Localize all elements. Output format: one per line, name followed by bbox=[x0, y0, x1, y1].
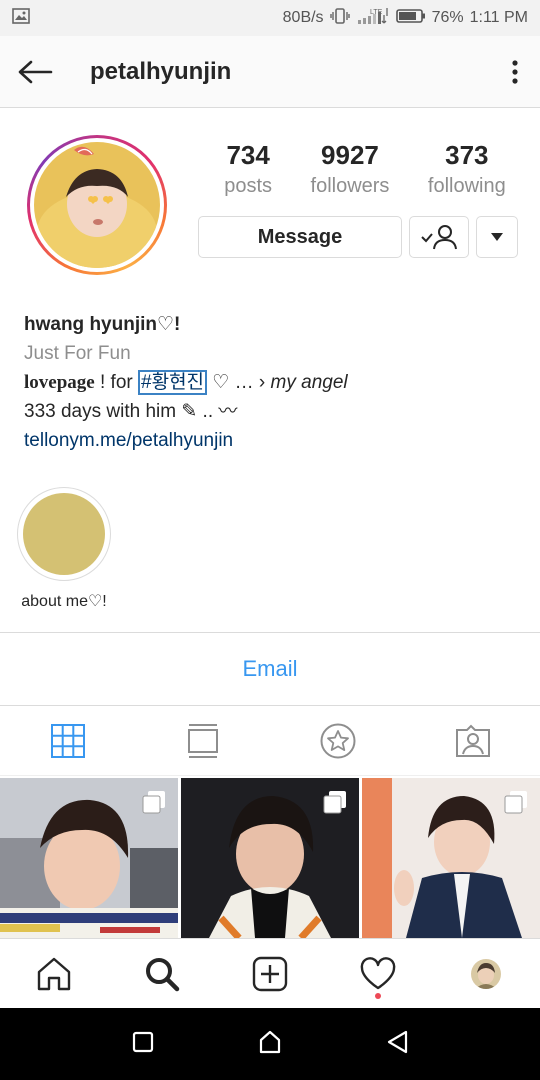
battery-icon bbox=[395, 8, 426, 28]
star-circle-icon bbox=[320, 723, 355, 758]
stat-following[interactable]: 373 following bbox=[428, 140, 506, 198]
display-name: hwang hyunjin♡! bbox=[24, 314, 181, 335]
message-button[interactable]: Message bbox=[198, 216, 402, 258]
recents-icon bbox=[132, 1031, 154, 1052]
bio-serif-text: lovepage bbox=[24, 372, 95, 393]
grid-post[interactable] bbox=[181, 778, 359, 938]
home-icon bbox=[37, 957, 71, 990]
back-arrow-icon bbox=[18, 60, 53, 83]
bio-italic-text: my angel bbox=[270, 372, 348, 393]
multiple-photos-icon bbox=[323, 790, 347, 819]
grid-post[interactable] bbox=[0, 778, 178, 938]
user-check-icon bbox=[421, 225, 457, 250]
hashtag-link[interactable]: #황현진 bbox=[138, 370, 208, 395]
more-vertical-icon bbox=[512, 59, 518, 84]
bio-website-link[interactable]: tellonym.me/petalhyunjin bbox=[24, 426, 524, 455]
profile-header-bar: petalhyunjin bbox=[0, 36, 540, 108]
nav-activity[interactable] bbox=[324, 939, 432, 1008]
tagged-person-icon bbox=[455, 724, 490, 757]
avatar-photo bbox=[34, 142, 160, 268]
stat-posts[interactable]: 734 posts bbox=[224, 140, 272, 198]
story-highlight[interactable]: about me♡! bbox=[17, 487, 111, 611]
back-nav-button[interactable] bbox=[386, 1030, 408, 1059]
notification-dot bbox=[375, 993, 381, 999]
multiple-photos-icon bbox=[504, 790, 528, 819]
stat-value: 734 bbox=[226, 140, 270, 170]
search-icon bbox=[146, 957, 180, 991]
bio-text: ! for bbox=[94, 372, 139, 393]
profile-stats: 734 posts 9927 followers 373 following bbox=[205, 140, 525, 198]
feed-icon bbox=[187, 723, 218, 758]
following-button[interactable] bbox=[409, 216, 469, 258]
home-button[interactable] bbox=[258, 1030, 282, 1059]
system-navigation-bar bbox=[0, 1008, 540, 1080]
tab-feed[interactable] bbox=[135, 706, 270, 775]
clock: 1:11 PM bbox=[469, 9, 528, 26]
contact-row: Email bbox=[0, 632, 540, 706]
stat-label: following bbox=[427, 175, 506, 197]
highlight-cover bbox=[23, 493, 105, 575]
bio-text: ♡ … › bbox=[207, 372, 271, 393]
profile-avatar[interactable] bbox=[27, 135, 167, 275]
heart-icon bbox=[360, 956, 396, 989]
recents-button[interactable] bbox=[132, 1031, 154, 1058]
signal-icon: LTE bbox=[356, 7, 390, 30]
highlight-label: about me♡! bbox=[21, 593, 107, 610]
bio-line-1: lovepage ! for #황현진 ♡ … › my angel bbox=[24, 368, 524, 397]
profile-tabs bbox=[0, 706, 540, 776]
nav-search[interactable] bbox=[108, 939, 216, 1008]
multiple-photos-icon bbox=[142, 790, 166, 819]
profile-avatar-small bbox=[471, 958, 501, 989]
stat-value: 9927 bbox=[321, 140, 379, 170]
battery-level: 76% bbox=[431, 9, 464, 26]
network-speed: 80B/s bbox=[282, 9, 324, 26]
back-button[interactable] bbox=[0, 36, 70, 108]
image-notification-icon bbox=[12, 7, 30, 29]
stat-label: followers bbox=[310, 175, 390, 197]
tab-tagged[interactable] bbox=[405, 706, 540, 775]
grid-post[interactable] bbox=[362, 778, 540, 938]
stat-followers[interactable]: 9927 followers bbox=[311, 140, 390, 198]
caret-down-icon bbox=[491, 233, 503, 241]
grid-icon bbox=[50, 723, 85, 758]
stat-label: posts bbox=[224, 175, 273, 197]
android-home-icon bbox=[259, 1030, 281, 1053]
add-post-icon bbox=[252, 956, 288, 991]
bottom-navigation bbox=[0, 938, 540, 1008]
bio-line-2: 333 days with him ✎ .. 〰 bbox=[24, 401, 238, 422]
nav-profile[interactable] bbox=[432, 939, 540, 1008]
nav-new-post[interactable] bbox=[216, 939, 324, 1008]
highlight-ring bbox=[17, 487, 111, 581]
profile-bio: hwang hyunjin♡! Just For Fun lovepage ! … bbox=[24, 310, 524, 455]
status-bar: 80B/s LTE 76% 1:11 PM bbox=[0, 0, 540, 36]
stat-value: 373 bbox=[445, 140, 489, 170]
vibrate-icon bbox=[329, 7, 350, 29]
tab-saved[interactable] bbox=[270, 706, 405, 775]
more-options-button[interactable] bbox=[490, 36, 540, 108]
nav-home[interactable] bbox=[0, 939, 108, 1008]
email-button[interactable]: Email bbox=[242, 656, 297, 682]
android-back-icon bbox=[387, 1030, 408, 1053]
tab-grid[interactable] bbox=[0, 706, 135, 775]
profile-actions: Message bbox=[198, 216, 518, 258]
bio-category: Just For Fun bbox=[24, 343, 131, 364]
page-title: petalhyunjin bbox=[90, 57, 232, 85]
suggestions-dropdown-button[interactable] bbox=[476, 216, 518, 258]
photo-grid bbox=[0, 778, 540, 938]
